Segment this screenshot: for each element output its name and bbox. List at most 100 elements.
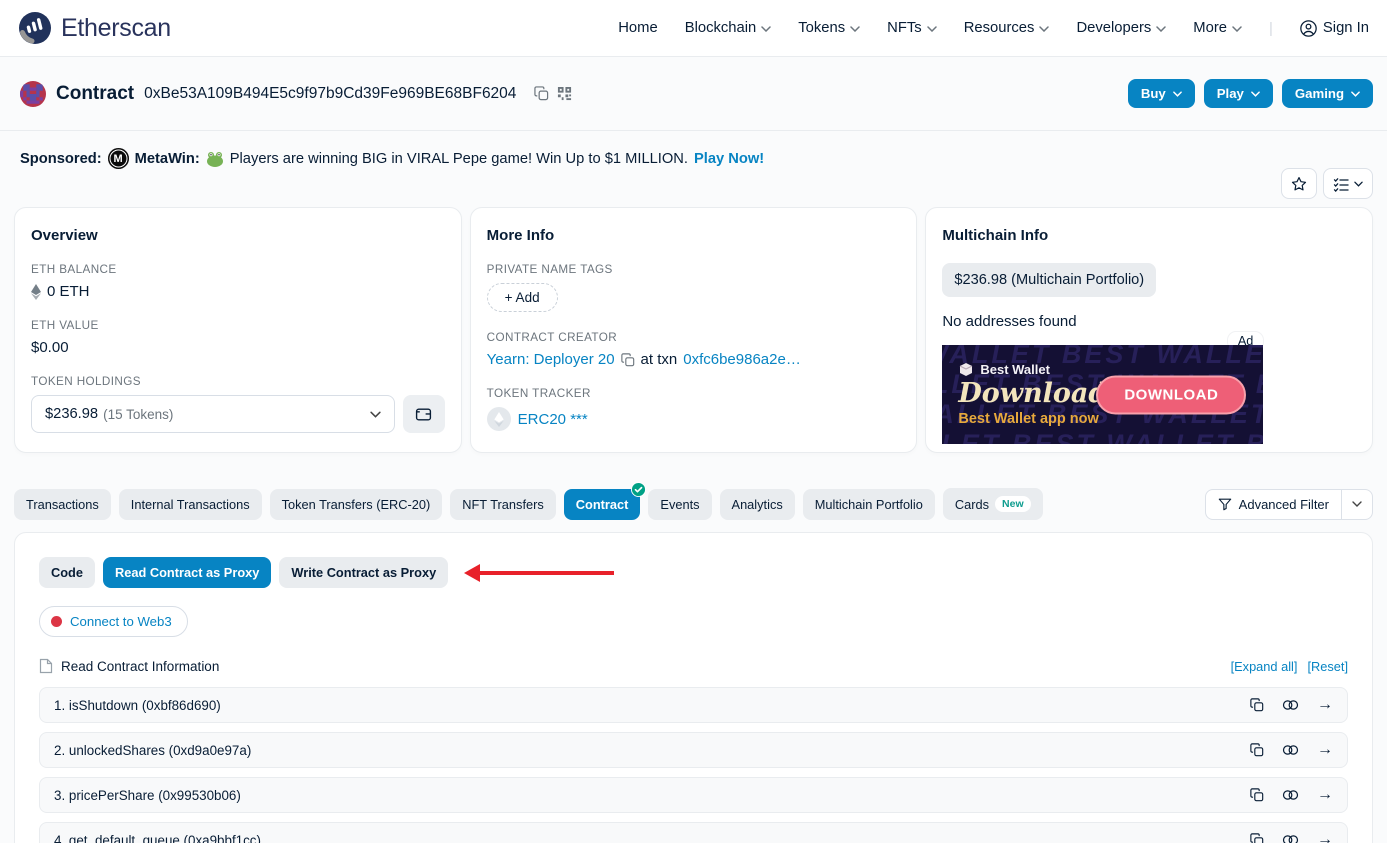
token-tracker-link[interactable]: ERC20 *** — [518, 411, 588, 428]
tab-nft-transfers[interactable]: NFT Transfers — [450, 489, 556, 520]
checklist-menu-button[interactable] — [1323, 168, 1373, 199]
chevron-down-icon — [761, 26, 771, 32]
sign-in-button[interactable]: Sign In — [1300, 20, 1369, 37]
chevron-down-icon — [1173, 91, 1182, 97]
frog-emoji-icon — [206, 151, 224, 167]
creation-txn-link[interactable]: 0xfc6be986a2e… — [683, 351, 801, 368]
arrow-right-icon[interactable]: → — [1317, 742, 1333, 758]
chevron-down-icon — [370, 411, 381, 418]
eth-balance-label: ETH BALANCE — [31, 263, 445, 276]
wallet-icon — [415, 406, 432, 423]
contract-creator-label: CONTRACT CREATOR — [487, 331, 901, 344]
contract-panel: Code Read Contract as Proxy Write Contra… — [14, 532, 1373, 843]
link-icon[interactable] — [1282, 789, 1299, 801]
subtab-code[interactable]: Code — [39, 557, 95, 588]
token-holdings-label: TOKEN HOLDINGS — [31, 375, 445, 388]
nav-item-developers[interactable]: Developers — [1076, 20, 1166, 36]
contract-subtabs: Code Read Contract as Proxy Write Contra… — [39, 557, 1348, 588]
section-title: Read Contract Information — [61, 659, 219, 674]
play-now-link[interactable]: Play Now! — [694, 151, 764, 167]
method-row-isShutdown[interactable]: 1. isShutdown (0xbf86d690) → — [39, 687, 1348, 723]
chevron-down-icon — [1039, 26, 1049, 32]
quick-tools — [1281, 168, 1373, 199]
advanced-filter-button[interactable]: Advanced Filter — [1206, 490, 1341, 519]
info-cards: Overview ETH BALANCE 0 ETH ETH VALUE $0.… — [0, 207, 1387, 453]
metawin-logo-icon: M — [108, 148, 129, 169]
copy-icon[interactable] — [1250, 788, 1264, 802]
eth-value: $0.00 — [31, 339, 69, 356]
nav-item-tokens[interactable]: Tokens — [798, 20, 860, 36]
private-name-tags-label: PRIVATE NAME TAGS — [487, 263, 901, 276]
tab-analytics[interactable]: Analytics — [720, 489, 795, 520]
checklist-icon — [1333, 176, 1349, 192]
multichain-portfolio-badge[interactable]: $236.98 (Multichain Portfolio) — [942, 263, 1156, 297]
wallet-button[interactable] — [403, 395, 445, 433]
connect-to-web3-button[interactable]: Connect to Web3 — [39, 606, 188, 637]
tab-cards[interactable]: Cards New — [943, 488, 1043, 520]
contract-address: 0xBe53A109B494E5c9f97b9Cd39Fe969BE68BF62… — [144, 85, 516, 103]
ad-download-button[interactable]: DOWNLOAD — [1096, 375, 1246, 414]
tab-contract[interactable]: Contract — [564, 489, 641, 520]
nav-item-blockchain[interactable]: Blockchain — [685, 20, 772, 36]
method-row-pricePerShare[interactable]: 3. pricePerShare (0x99530b06) → — [39, 777, 1348, 813]
ad-subheadline: Best Wallet app now — [958, 411, 1107, 427]
arrow-right-icon[interactable]: → — [1317, 697, 1333, 713]
favorite-button[interactable] — [1281, 168, 1317, 199]
arrow-right-icon[interactable]: → — [1317, 832, 1333, 843]
nav-item-resources[interactable]: Resources — [964, 20, 1050, 36]
copy-icon[interactable] — [1250, 743, 1264, 757]
creator-link[interactable]: Yearn: Deployer 20 — [487, 351, 615, 368]
best-wallet-logo-icon — [958, 362, 974, 377]
link-icon[interactable] — [1282, 699, 1299, 711]
main-tabs: Transactions Internal Transactions Token… — [0, 488, 1387, 520]
tab-token-transfers[interactable]: Token Transfers (ERC-20) — [270, 489, 443, 520]
contract-header: Contract 0xBe53A109B494E5c9f97b9Cd39Fe96… — [0, 57, 1387, 131]
copy-address-button[interactable] — [530, 82, 553, 105]
copy-icon[interactable] — [1250, 833, 1264, 843]
add-name-tag-button[interactable]: + Add — [487, 283, 558, 312]
nav-item-home[interactable]: Home — [618, 20, 657, 36]
play-button[interactable]: Play — [1204, 79, 1273, 108]
document-icon — [39, 658, 53, 674]
expand-all-link[interactable]: [Expand all] — [1231, 659, 1298, 674]
eth-value-label: ETH VALUE — [31, 319, 445, 332]
etherscan-logo[interactable]: Etherscan — [18, 11, 171, 45]
chevron-down-icon — [1156, 26, 1166, 32]
subtab-write-contract-as-proxy[interactable]: Write Contract as Proxy — [279, 557, 448, 588]
ad-container: Ad WALLET BEST WALLET BEST WALLET BEST W… — [942, 345, 1263, 444]
chevron-down-icon — [850, 26, 860, 32]
subtab-read-contract-as-proxy[interactable]: Read Contract as Proxy — [103, 557, 271, 588]
header-action-buttons: Buy Play Gaming — [1128, 79, 1373, 108]
tab-multichain-portfolio[interactable]: Multichain Portfolio — [803, 489, 935, 520]
reset-link[interactable]: [Reset] — [1307, 659, 1348, 674]
disconnected-dot-icon — [51, 616, 62, 627]
tab-transactions[interactable]: Transactions — [14, 489, 111, 520]
qr-code-button[interactable] — [553, 82, 576, 105]
gaming-button[interactable]: Gaming — [1282, 79, 1373, 108]
buy-button[interactable]: Buy — [1128, 79, 1195, 108]
arrow-right-icon[interactable]: → — [1317, 787, 1333, 803]
page-title: Contract — [56, 83, 134, 105]
copy-icon[interactable] — [621, 353, 635, 367]
verified-check-icon — [631, 482, 646, 497]
advanced-filter-dropdown[interactable] — [1341, 490, 1372, 519]
star-icon — [1291, 176, 1307, 192]
chevron-down-icon — [1351, 91, 1360, 97]
overview-title: Overview — [31, 227, 445, 244]
best-wallet-ad[interactable]: WALLET BEST WALLET BEST WALLET BEST WALL… — [942, 345, 1263, 444]
tab-internal-transactions[interactable]: Internal Transactions — [119, 489, 262, 520]
chevron-down-icon — [927, 26, 937, 32]
method-row-unlockedShares[interactable]: 2. unlockedShares (0xd9a0e97a) → — [39, 732, 1348, 768]
read-contract-section-header: Read Contract Information [Expand all] [… — [39, 658, 1348, 674]
advertiser-name: MetaWin: — [135, 151, 200, 167]
tab-events[interactable]: Events — [648, 489, 711, 520]
link-icon[interactable] — [1282, 834, 1299, 843]
token-holdings-select[interactable]: $236.98 (15 Tokens) — [31, 395, 395, 433]
nav-item-nfts[interactable]: NFTs — [887, 20, 937, 36]
advanced-filter-split-button: Advanced Filter — [1205, 489, 1373, 520]
sponsored-banner: Sponsored: M MetaWin: Players are winnin… — [20, 148, 764, 169]
method-row-get_default_queue[interactable]: 4. get_default_queue (0xa9bbf1cc) → — [39, 822, 1348, 843]
copy-icon[interactable] — [1250, 698, 1264, 712]
nav-item-more[interactable]: More — [1193, 20, 1242, 36]
link-icon[interactable] — [1282, 744, 1299, 756]
